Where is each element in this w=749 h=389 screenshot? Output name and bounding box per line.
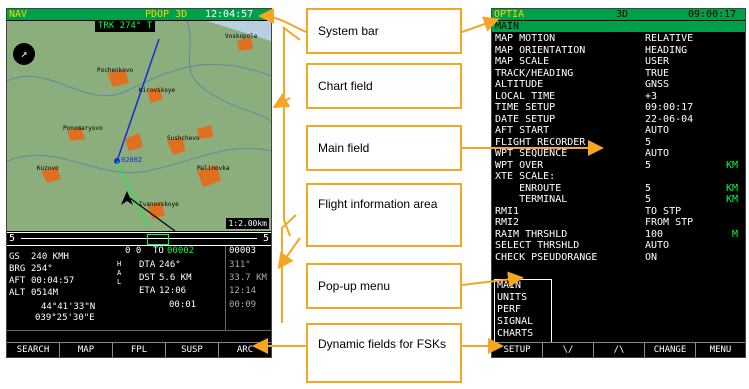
callout-arrows — [252, 8, 604, 354]
